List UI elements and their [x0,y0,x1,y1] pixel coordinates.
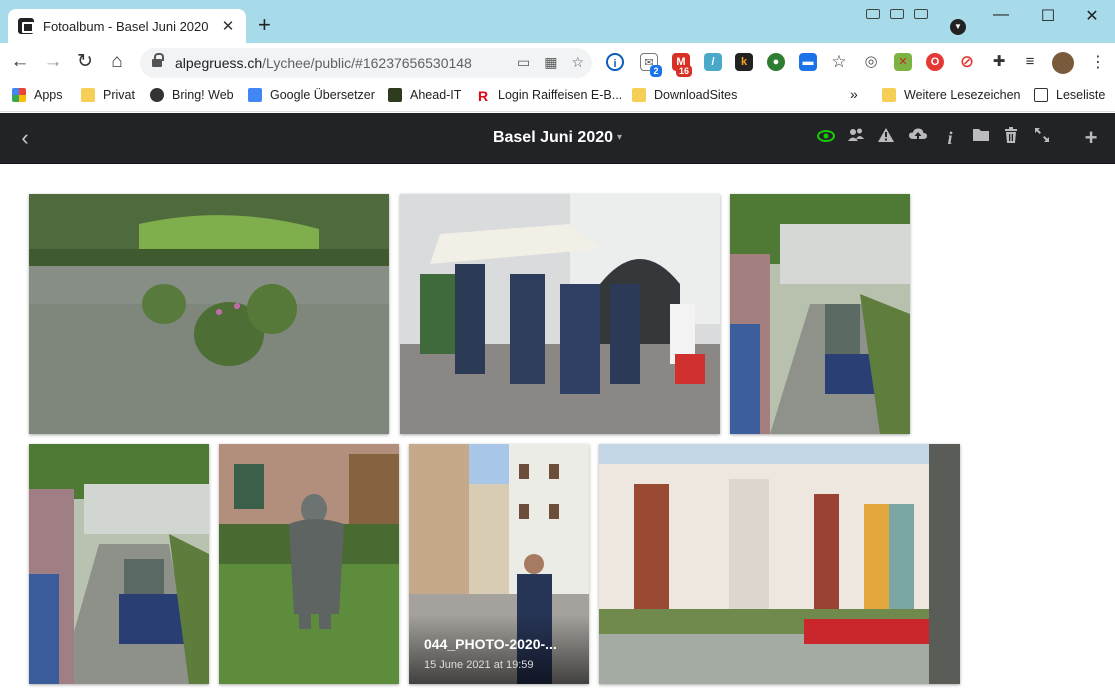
folder-icon [632,88,646,102]
forward-arrow-icon[interactable]: → [42,51,64,73]
photo-stairs-image [29,444,209,684]
tray-screen-icon[interactable] [890,9,904,19]
apps-grid-icon [12,88,26,102]
add-icon[interactable]: + [1080,127,1102,149]
tab-search-icon[interactable]: ▼ [950,19,966,35]
dropper-ext-icon[interactable]: / [704,53,722,71]
address-bar[interactable]: alpegruess.ch/Lychee/public/#16237656530… [140,48,592,78]
eye-icon[interactable] [815,127,837,149]
info-icon[interactable]: i [939,127,961,149]
bookmark-ahead-it[interactable]: Ahead-IT [388,88,461,102]
other-bookmarks[interactable]: Weitere Lesezeichen [882,88,1021,102]
tray-icons [866,9,928,19]
bookmark-translate[interactable]: Google Übersetzer [248,88,375,102]
profile-avatar[interactable] [1052,52,1074,74]
photo-thumbnail[interactable] [730,194,910,434]
reload-icon[interactable]: ↻ [74,51,96,73]
translate-icon [248,88,262,102]
bookmark-privat[interactable]: Privat [81,88,135,102]
photo-thumbnail[interactable] [599,444,960,684]
photo-thumbnail[interactable]: 044_PHOTO-2020-... 15 June 2021 at 19:59 [409,444,589,684]
gmail-badge: 16 [676,65,692,77]
lychee-favicon-icon [18,18,34,34]
photo-statue-image [219,444,399,684]
window-close-icon[interactable]: ✕ [1077,6,1107,26]
folder-move-icon[interactable] [970,127,992,149]
tray-battery-icon[interactable] [914,9,928,19]
maximize-icon[interactable]: ☐ [1033,6,1063,26]
photo-date: 15 June 2021 at 19:59 [424,659,534,671]
k-ext-icon[interactable]: k [735,53,753,71]
photo-stairs-image [730,194,910,434]
bookmarks-overflow-icon[interactable]: » [850,86,858,102]
folder-icon [882,88,896,102]
more-menu-icon[interactable]: ⋮ [1090,52,1106,72]
password-manager-icon[interactable]: i [606,53,624,71]
photo-thumbnail[interactable] [400,194,720,434]
tab-close-icon[interactable]: ✕ [220,17,236,35]
tray-media-icon[interactable] [866,9,880,19]
photo-title: 044_PHOTO-2020-... [424,636,557,652]
star-ext-icon[interactable]: ☆ [830,53,848,71]
tab-title: Fotoalbum - Basel Juni 2020 [43,18,209,34]
new-tab-button[interactable]: + [258,14,271,36]
lock-icon [152,53,164,69]
bookmark-raiffeisen[interactable]: R Login Raiffeisen E-B... [478,88,622,104]
trash-icon[interactable] [1000,127,1022,149]
bring-icon [150,88,164,102]
album-header: ‹ Basel Juni 2020 ▾ i + [0,113,1115,164]
bookmark-star-icon[interactable]: ☆ [571,54,584,71]
ahead-icon [388,88,402,102]
cast-icon[interactable]: ▭ [517,54,530,71]
qr-code-icon[interactable]: ▦ [544,54,557,71]
photo-thumbnail[interactable] [29,194,389,434]
bookmark-apps[interactable]: Apps [12,88,63,102]
home-icon[interactable]: ⌂ [106,51,128,73]
minimize-icon[interactable]: — [986,6,1016,24]
browser-toolbar: ← → ↻ ⌂ alpegruess.ch/Lychee/public/#162… [0,43,1115,81]
block-ext-icon[interactable]: ⊘ [958,53,976,71]
folder-icon [81,88,95,102]
photo-thumbnail[interactable] [219,444,399,684]
swirl-ext-icon[interactable]: ◎ [862,53,880,71]
cross-ext-icon[interactable]: ✕ [894,53,912,71]
puzzle-extensions-icon[interactable]: ✚ [990,53,1008,71]
bookmark-downloadsites[interactable]: DownloadSites [632,88,737,102]
bookmark-bring[interactable]: Bring! Web [150,88,234,102]
opera-ext-icon[interactable]: O [926,53,944,71]
upload-cloud-icon[interactable] [907,127,929,149]
warning-icon[interactable] [875,127,897,149]
url-text: alpegruess.ch/Lychee/public/#16237656530… [175,55,472,71]
reading-list[interactable]: Leseliste [1034,88,1105,102]
photo-pond-image [29,194,389,434]
share-users-icon[interactable] [845,127,867,149]
tab-strip: Fotoalbum - Basel Juni 2020 ✕ + ▼ — ☐ ✕ [0,0,1115,43]
photo-rhine-houses-image [599,444,960,684]
back-arrow-icon[interactable]: ← [9,51,31,73]
browser-tab-active[interactable]: Fotoalbum - Basel Juni 2020 ✕ [8,9,246,43]
chevron-down-icon: ▾ [617,132,623,143]
media-queue-icon[interactable]: ≡ [1021,53,1039,71]
fullscreen-icon[interactable] [1031,127,1053,149]
reading-list-icon [1034,88,1048,102]
globe-ext-icon[interactable]: ● [767,53,785,71]
mail-badge: 2 [650,65,662,77]
box-ext-icon[interactable]: ▬ [799,53,817,71]
photo-thumbnail[interactable] [29,444,209,684]
bookmarks-bar: Apps Privat Bring! Web Google Übersetzer… [0,81,1115,112]
raiffeisen-icon: R [478,88,489,104]
photo-cafe-group-image [400,194,720,434]
